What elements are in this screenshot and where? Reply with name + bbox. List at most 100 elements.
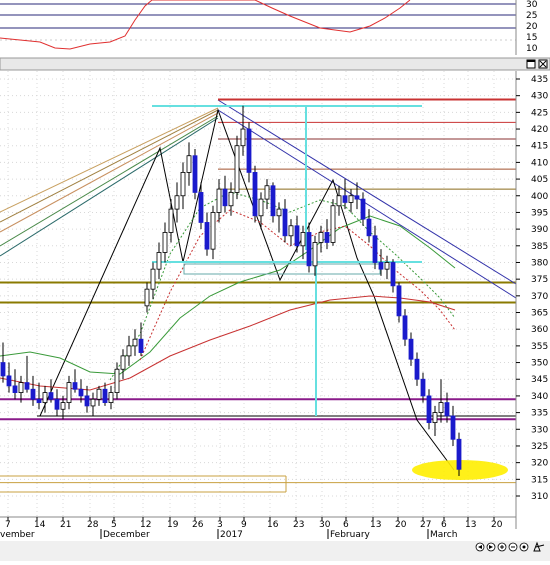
date-tick-label: 27 [420,520,431,530]
candle-body [378,262,384,270]
candle-body [246,128,252,173]
candle-body [348,195,354,203]
candle-body [372,235,378,263]
candle-body [234,145,240,193]
osc-tick: 10 [526,44,538,54]
candle [252,165,258,223]
price-tick-label: 410 [531,158,548,168]
price-tick-label: 340 [531,392,548,402]
candle-body [312,242,318,267]
candle-body [426,395,432,424]
chart-canvas[interactable]: 30 25 20 15 10 4354304254204154104054003… [0,0,550,561]
date-tick-label: 3 [217,520,223,530]
candle-body [264,185,270,200]
price-tick-label: 425 [531,108,548,118]
candle-body [450,415,456,440]
candle-body [90,398,96,407]
candle-body [66,382,72,403]
date-tick-label: 13 [465,520,476,530]
osc-tick: 15 [526,33,537,43]
month-label: December [103,530,150,540]
scroll-right-icon[interactable] [486,542,496,552]
date-tick-label: 16 [267,520,279,530]
candle-body [222,188,228,207]
candle-body [210,212,216,250]
trading-chart-window: 30 25 20 15 10 435 430 425 420 415 410 4… [0,0,550,561]
candle-body [384,262,390,270]
month-label: 2017 [220,530,243,540]
candle-body [390,262,396,287]
osc-tick: 20 [526,22,538,32]
candle-body [270,185,276,217]
candle-body [78,388,84,397]
candle-body [144,288,150,307]
candle-body [192,155,198,193]
candle-body [48,392,54,400]
candle-body [366,218,372,237]
price-tick-label: 435 [531,75,548,85]
navigation-bar [0,541,550,561]
date-tick-label: 26 [192,520,204,530]
panel-header-bar [0,57,550,71]
date-tick-label: 20 [395,520,407,530]
candle-body [228,192,234,207]
price-tick-label: 390 [531,225,548,235]
candle-body [318,232,324,243]
close-icon[interactable] [538,59,548,69]
price-tick-label: 310 [531,492,548,502]
price-tick-label: 370 [531,292,548,302]
candle-body [216,188,222,213]
candle-body [6,375,12,387]
candle-body [306,232,312,267]
candle-body [72,382,78,390]
price-tick-label: 365 [531,309,548,319]
price-tick-label: 430 [531,92,548,102]
candle-body [282,208,288,237]
reset-icon[interactable] [519,542,529,552]
date-tick-label: 13 [370,520,381,530]
zoom-in-icon[interactable] [497,542,507,552]
scroll-left-icon[interactable] [475,542,485,552]
candle-body [174,195,180,210]
candle-body [18,382,24,393]
date-tick-label: 7 [5,520,11,530]
candle-body [432,412,438,424]
candle-body [438,402,444,414]
date-tick-label: 14 [34,520,46,530]
candle-body [54,398,60,410]
date-tick-label: 21 [60,520,71,530]
panel-header [0,57,550,71]
price-tick-label: 360 [531,325,548,335]
price-tick-label: 330 [531,425,548,435]
price-tick-label: 420 [531,125,548,135]
candle-body [0,362,6,377]
candle-body [60,402,66,410]
candle-body [204,222,210,250]
candle-body [30,388,36,400]
candle-body [444,402,450,417]
maximize-icon[interactable] [526,59,536,69]
candle-body [402,315,408,340]
candle-body [96,388,102,400]
candle-body [150,268,156,290]
candle-body [126,345,132,357]
candle-body [342,195,348,203]
candle-body [168,208,174,233]
zoom-out-icon[interactable] [508,542,518,552]
candle-body [198,192,204,223]
osc-tick: 25 [526,11,537,21]
candle-body [294,225,300,247]
date-tick-label: 6 [343,520,349,530]
price-tick-label: 335 [531,409,548,419]
candle-body [108,392,114,403]
candle-body [36,398,42,403]
price-tick-label: 395 [531,208,548,218]
price-tick-label: 415 [531,142,548,152]
candle-body [132,338,138,347]
candle-body [42,392,48,403]
price-tick-label: 315 [531,475,548,485]
price-tick-label: 320 [531,459,548,469]
candle-body [414,358,420,380]
date-tick-label: 6 [441,520,447,530]
price-tick-label: 355 [531,342,548,352]
